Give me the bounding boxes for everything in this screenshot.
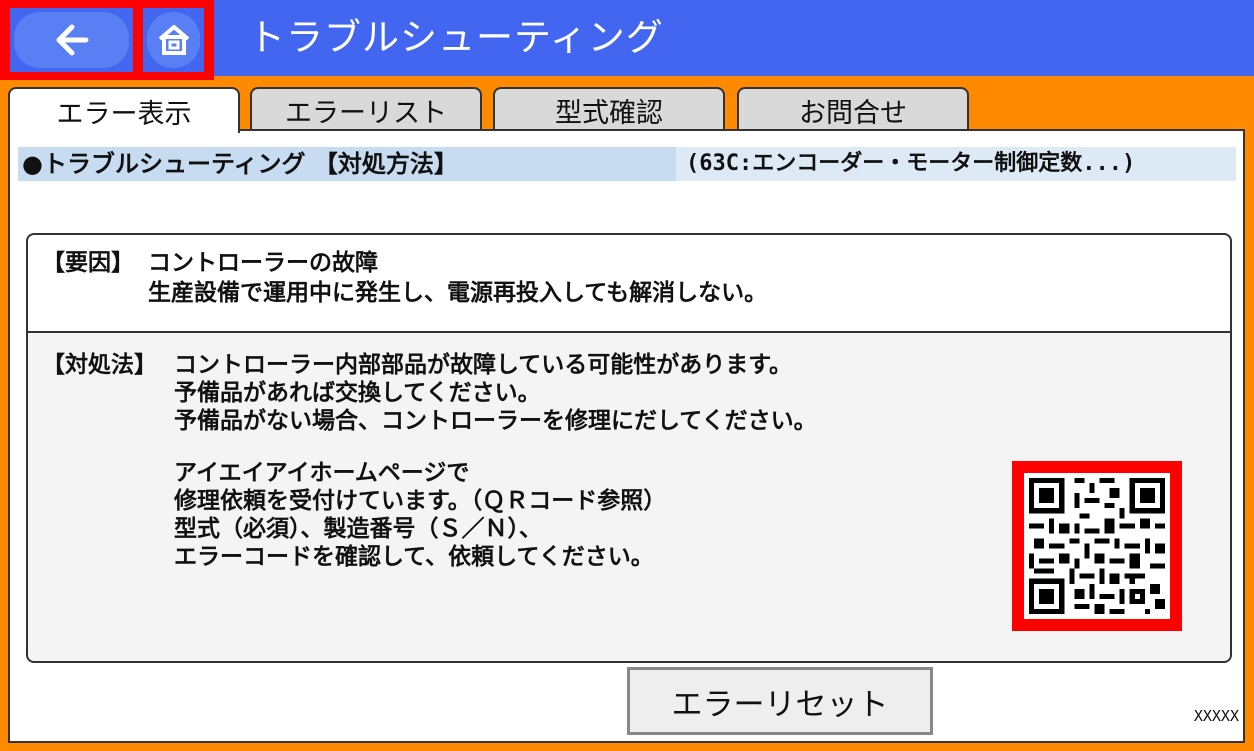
qr-code-icon (1029, 478, 1165, 614)
tab-label: お問合せ (799, 97, 907, 129)
qr-code-area (1024, 473, 1170, 619)
remedy-line: エラーコードを確認して、依頼してください。 (174, 544, 654, 570)
qr-code-frame[interactable] (1012, 461, 1182, 631)
screen-code: XXXXX (1193, 707, 1239, 725)
troubleshooting-box: 【要因】 コントローラーの故障 生産設備で運用中に発生し、電源再投入しても解消し… (26, 233, 1232, 663)
cause-label: 【要因】 (42, 250, 134, 276)
error-code-field: (63C:エンコーダー・モーター制御定数...) (676, 147, 1236, 181)
cause-detail: 生産設備で運用中に発生し、電源再投入しても解消しない。 (148, 280, 768, 306)
subheader-bar: ●トラブルシューティング 【対処方法】 (63C:エンコーダー・モーター制御定数… (18, 147, 1236, 181)
error-reset-button[interactable]: エラーリセット (627, 667, 933, 735)
tab-contact[interactable]: お問合せ (737, 87, 969, 131)
remedy-label: 【対処法】 (42, 352, 157, 378)
back-button[interactable] (14, 12, 129, 68)
tab-error-list[interactable]: エラーリスト (250, 87, 482, 131)
tab-label: 型式確認 (555, 97, 663, 129)
home-icon (158, 25, 189, 55)
back-arrow-icon (56, 24, 88, 56)
subheader-title: ●トラブルシューティング 【対処方法】 (22, 150, 458, 178)
remedy-line: 予備品がない場合、コントローラーを修理にだしてください。 (174, 408, 817, 434)
cause-title: コントローラーの故障 (148, 250, 378, 276)
tab-model-check[interactable]: 型式確認 (493, 87, 725, 131)
tab-error-display[interactable]: エラー表示 (8, 87, 240, 133)
content-panel: ●トラブルシューティング 【対処方法】 (63C:エンコーダー・モーター制御定数… (8, 129, 1245, 743)
cause-section: 【要因】 コントローラーの故障 生産設備で運用中に発生し、電源再投入しても解消し… (28, 235, 1230, 333)
home-button[interactable] (147, 12, 200, 68)
tab-label: エラーリスト (285, 97, 447, 129)
tab-label: エラー表示 (56, 98, 192, 130)
page-title: トラブルシューティング (248, 16, 664, 59)
header-bar: トラブルシューティング (0, 0, 1254, 80)
